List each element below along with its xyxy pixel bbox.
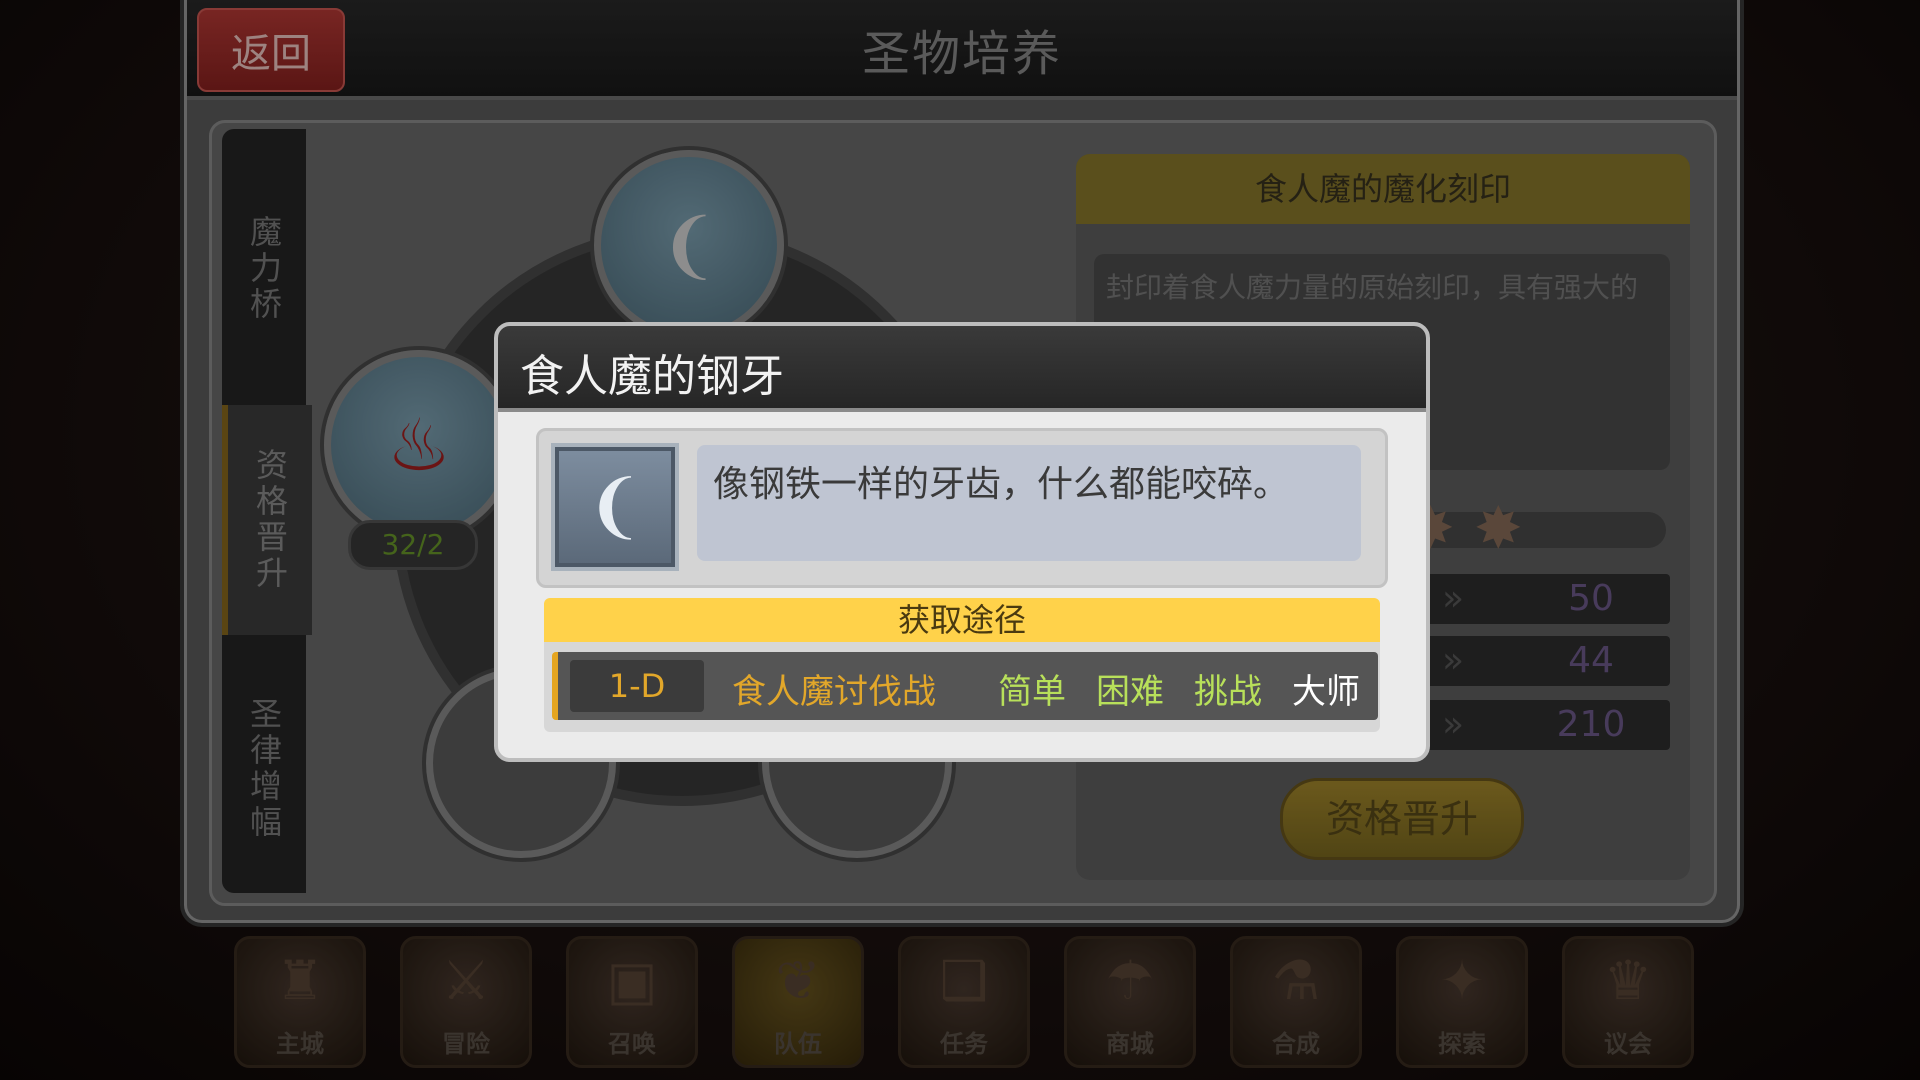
difficulty-challenge[interactable]: 挑战: [1194, 664, 1262, 713]
stage-code: 1-D: [570, 660, 704, 712]
modal-header: 食人魔的钢牙: [498, 326, 1426, 412]
source-entry[interactable]: 1-D 食人魔讨伐战 简单 困难 挑战 大师: [552, 652, 1378, 720]
item-description: 像钢铁一样的牙齿，什么都能咬碎。: [697, 445, 1361, 561]
source-row: 1-D 食人魔讨伐战 简单 困难 挑战 大师: [544, 642, 1380, 732]
difficulty-master[interactable]: 大师: [1292, 664, 1360, 713]
difficulty-easy[interactable]: 简单: [998, 664, 1066, 713]
item-card: ❨ 像钢铁一样的牙齿，什么都能咬碎。: [536, 428, 1388, 588]
item-detail-modal: 食人魔的钢牙 ❨ 像钢铁一样的牙齿，什么都能咬碎。 获取途径 1-D 食人魔讨伐…: [494, 322, 1430, 762]
item-icon-frame: ❨: [551, 443, 679, 571]
difficulty-hard[interactable]: 困难: [1096, 664, 1164, 713]
stage-name: 食人魔讨伐战: [732, 672, 936, 712]
fang-icon: ❨: [585, 465, 645, 547]
modal-title: 食人魔的钢牙: [520, 351, 784, 402]
source-title: 获取途径: [544, 598, 1380, 642]
